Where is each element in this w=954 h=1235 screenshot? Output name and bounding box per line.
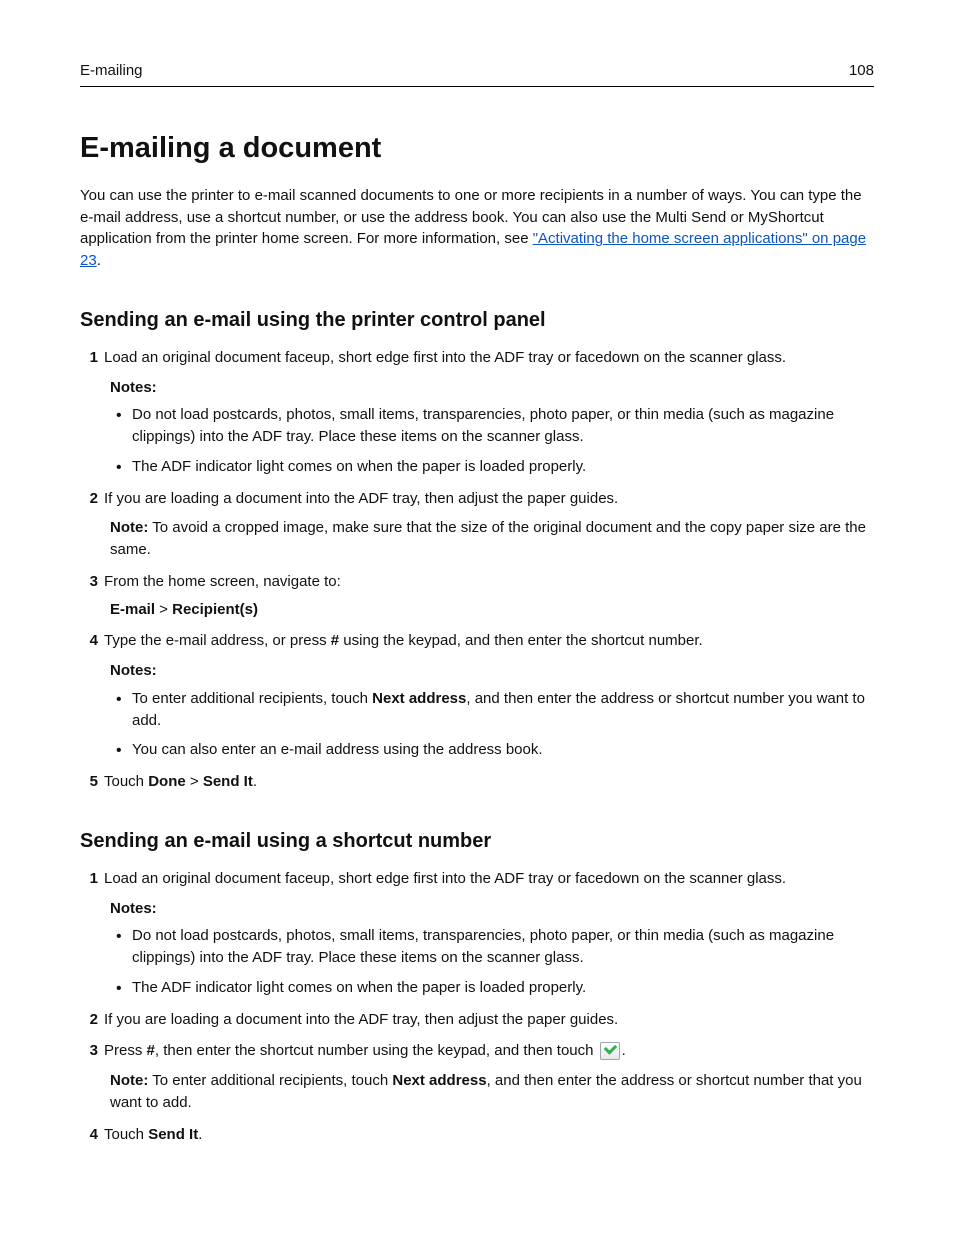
note-bullet: Do not load postcards, photos, small ite… (110, 925, 874, 969)
step-item: Touch Done > Send It. (80, 771, 874, 793)
note-bold: Next address (392, 1072, 486, 1089)
step-text-mid: , then enter the shortcut number using t… (155, 1042, 598, 1059)
hash-key: # (147, 1042, 155, 1059)
step-text-post: . (253, 773, 257, 790)
intro-text-after: . (97, 252, 101, 269)
note-bullet: To enter additional recipients, touch Ne… (110, 688, 874, 732)
bullet-bold: Next address (372, 690, 466, 707)
header-page-number: 108 (849, 60, 874, 82)
hash-key: # (331, 632, 339, 649)
step-text: Load an original document faceup, short … (104, 870, 786, 887)
step-bold-b: Send It (203, 773, 253, 790)
step-bold-a: Done (148, 773, 186, 790)
nav-sep: > (155, 601, 172, 618)
section-a-heading: Sending an e-mail using the printer cont… (80, 306, 874, 335)
notes-label: Notes: (110, 898, 874, 920)
note-bullet: Do not load postcards, photos, small ite… (110, 404, 874, 448)
check-icon (600, 1042, 620, 1060)
intro-paragraph: You can use the printer to e-mail scanne… (80, 185, 874, 272)
step-item: Touch Send It. (80, 1124, 874, 1146)
step-text-pre: Type the e-mail address, or press (104, 632, 331, 649)
step-text-pre: Touch (104, 773, 148, 790)
notes-list: Do not load postcards, photos, small ite… (110, 925, 874, 998)
section-b-steps: Load an original document faceup, short … (80, 868, 874, 1146)
step-item: Load an original document faceup, short … (80, 347, 874, 478)
notes-list: Do not load postcards, photos, small ite… (110, 404, 874, 477)
step-text: If you are loading a document into the A… (104, 490, 618, 507)
step-item: Type the e-mail address, or press # usin… (80, 630, 874, 761)
step-text: Load an original document faceup, short … (104, 349, 786, 366)
note-bullet: You can also enter an e-mail address usi… (110, 739, 874, 761)
note-label: Note: (110, 519, 148, 536)
header-section: E-mailing (80, 60, 143, 82)
nav-path-b: Recipient(s) (172, 601, 258, 618)
step-item: If you are loading a document into the A… (80, 1009, 874, 1031)
note-text: To avoid a cropped image, make sure that… (110, 519, 866, 558)
step-text-pre: Touch (104, 1126, 148, 1143)
step-text-post: . (622, 1042, 626, 1059)
nav-path-a: E-mail (110, 601, 155, 618)
note-bullet: The ADF indicator light comes on when th… (110, 977, 874, 999)
step-bold: Send It (148, 1126, 198, 1143)
step-item: If you are loading a document into the A… (80, 488, 874, 561)
step-item: From the home screen, navigate to: E-mai… (80, 571, 874, 621)
note-block: Note: To enter additional recipients, to… (110, 1070, 874, 1114)
step-text-post: . (198, 1126, 202, 1143)
step-text-post: using the keypad, and then enter the sho… (339, 632, 703, 649)
notes-label: Notes: (110, 660, 874, 682)
page-title: E-mailing a document (80, 127, 874, 169)
section-b-heading: Sending an e-mail using a shortcut numbe… (80, 827, 874, 856)
note-bullet: The ADF indicator light comes on when th… (110, 456, 874, 478)
note-block: Note: To avoid a cropped image, make sur… (110, 517, 874, 561)
step-item: Press #, then enter the shortcut number … (80, 1040, 874, 1113)
step-item: Load an original document faceup, short … (80, 868, 874, 999)
page-header: E-mailing 108 (80, 60, 874, 87)
step-text: From the home screen, navigate to: (104, 573, 341, 590)
section-a-steps: Load an original document faceup, short … (80, 347, 874, 793)
notes-list: To enter additional recipients, touch Ne… (110, 688, 874, 761)
step-sep: > (186, 773, 203, 790)
step-text-pre: Press (104, 1042, 147, 1059)
note-label: Note: (110, 1072, 148, 1089)
bullet-text-a: To enter additional recipients, touch (132, 690, 372, 707)
note-text-a: To enter additional recipients, touch (148, 1072, 392, 1089)
notes-label: Notes: (110, 377, 874, 399)
